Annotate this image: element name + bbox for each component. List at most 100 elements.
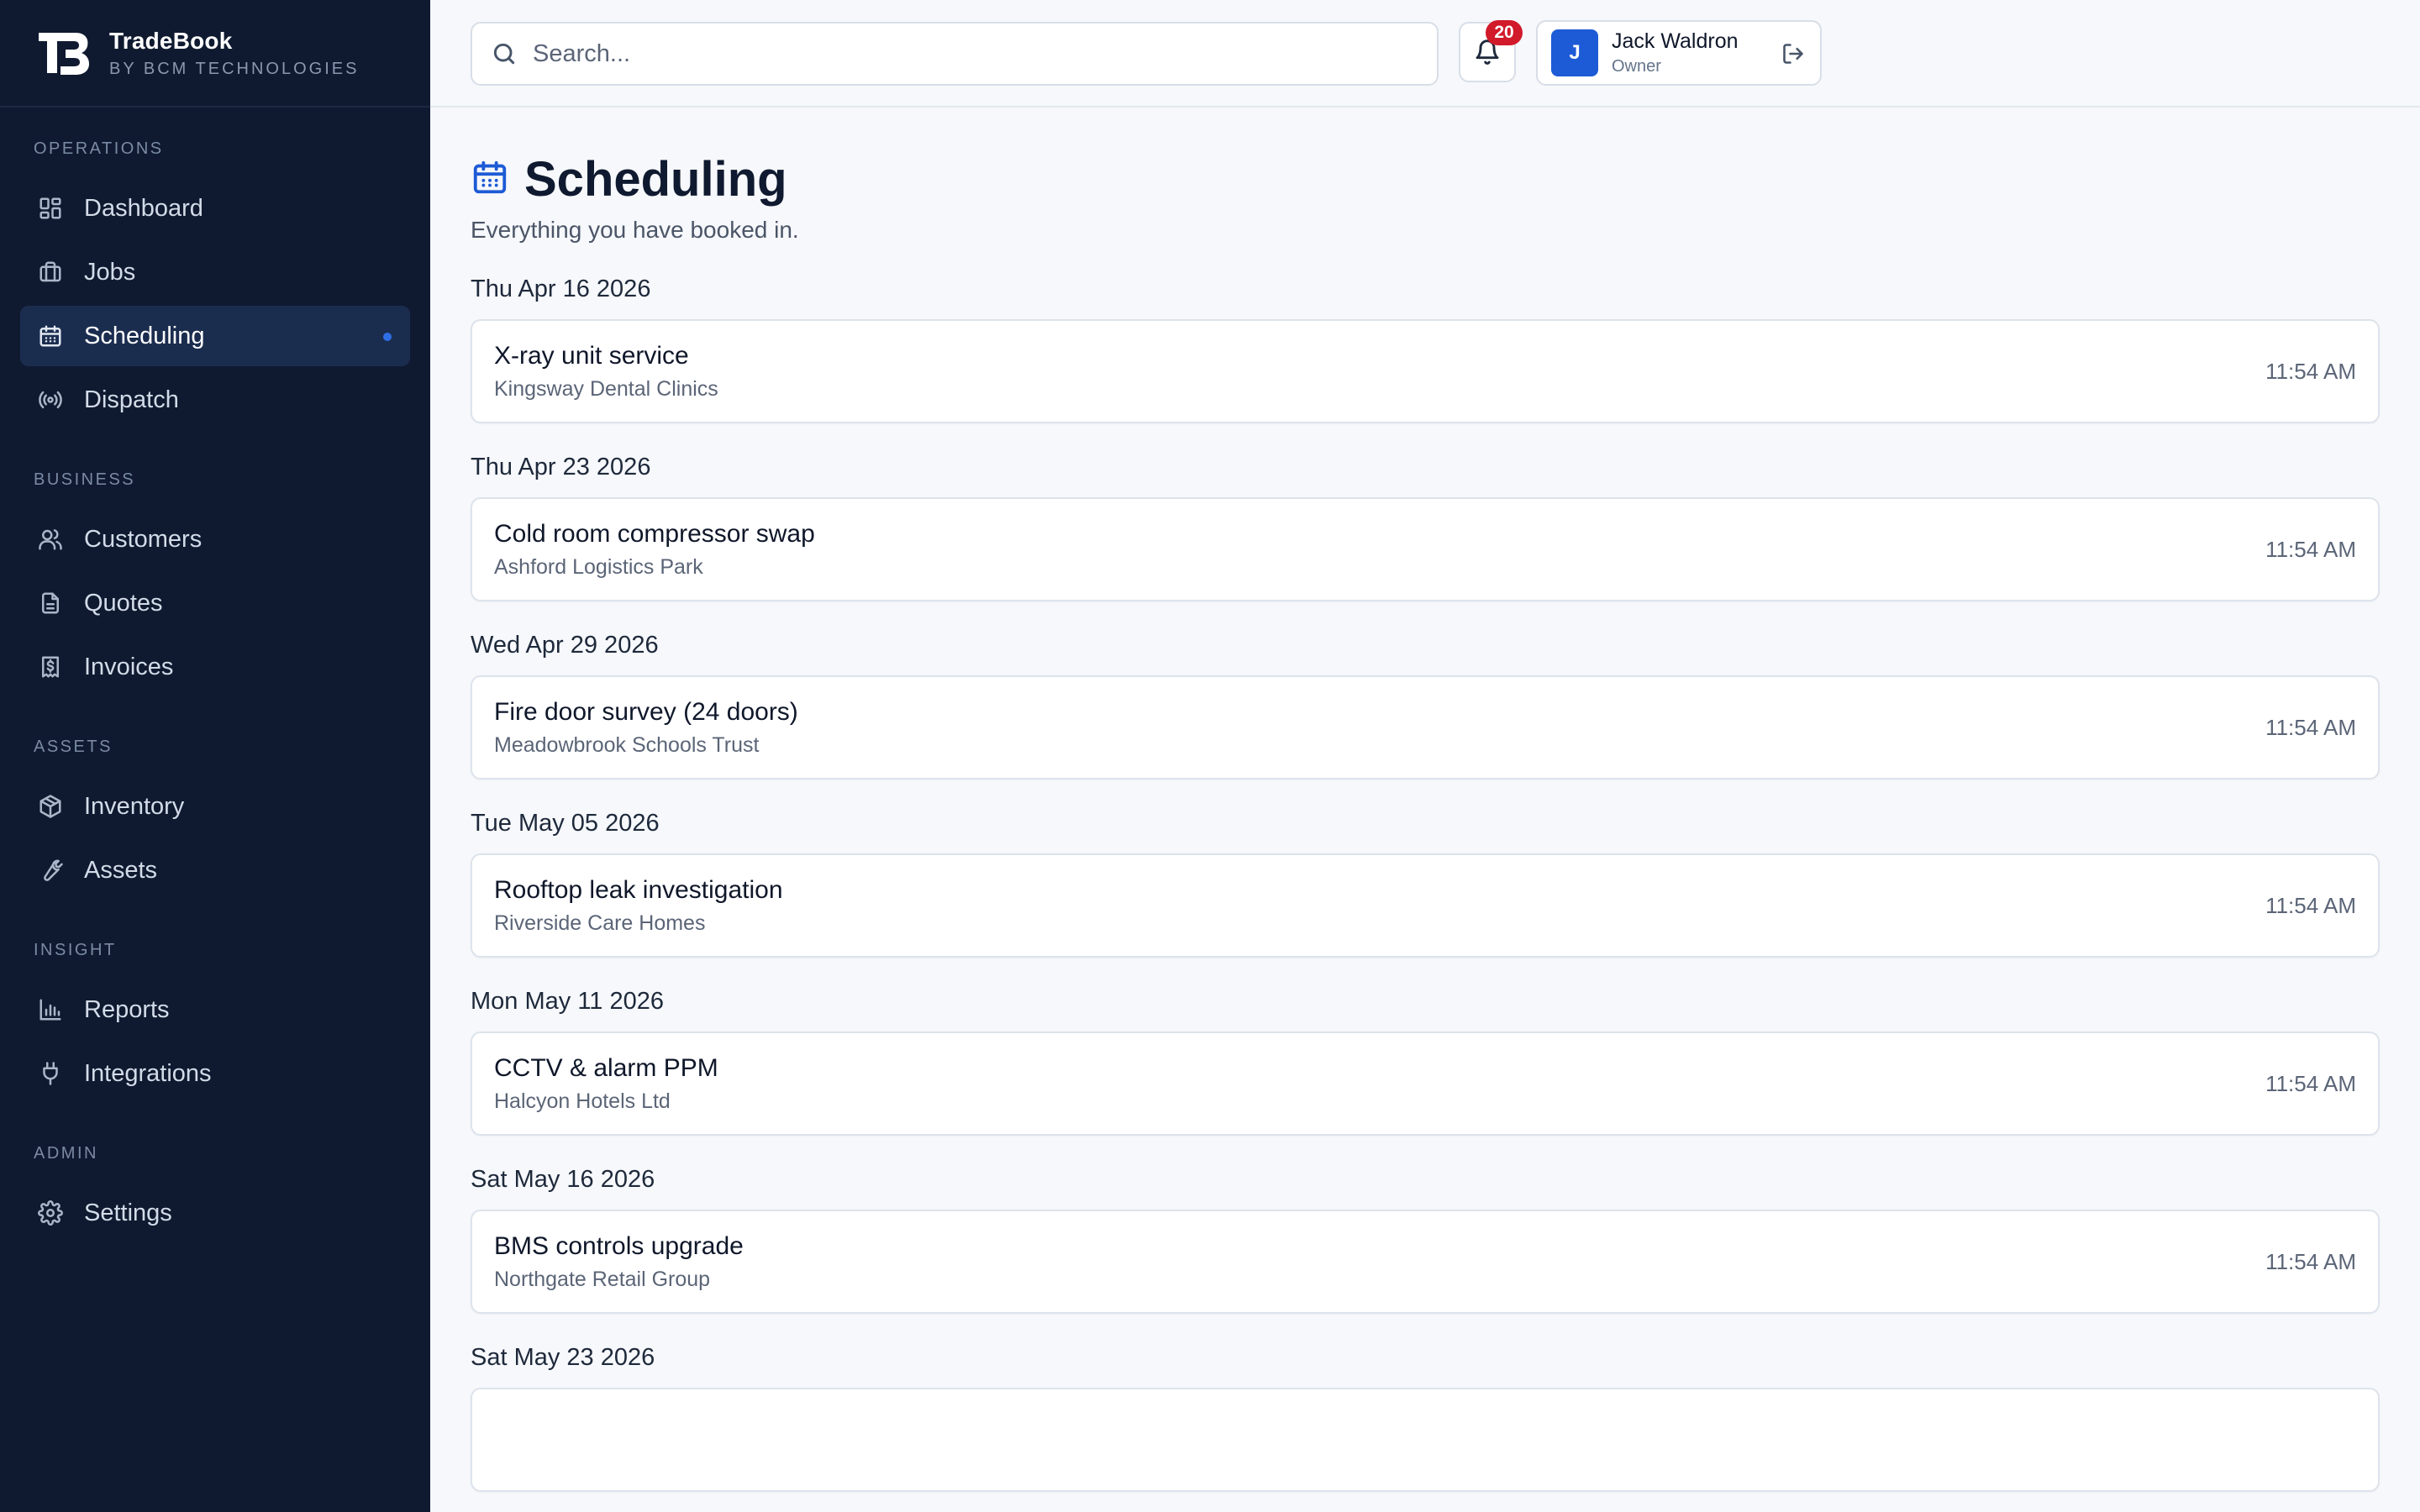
- sidebar-item-dashboard[interactable]: Dashboard: [20, 178, 410, 239]
- briefcase-icon: [37, 259, 64, 286]
- schedule-day-group: Wed Apr 29 2026 Fire door survey (24 doo…: [471, 627, 2380, 780]
- sidebar-item-quotes[interactable]: Quotes: [20, 573, 410, 633]
- document-icon: [37, 590, 64, 617]
- sidebar-item-label: Assets: [84, 856, 158, 884]
- brand-name: TradeBook: [109, 27, 233, 54]
- calendar-icon: [471, 158, 509, 201]
- booking-card[interactable]: Cold room compressor swap Ashford Logist…: [471, 497, 2380, 601]
- sidebar-item-label: Inventory: [84, 792, 185, 820]
- sidebar-item-label: Customers: [84, 525, 203, 553]
- notifications-button[interactable]: 20: [1459, 20, 1523, 82]
- booking-card[interactable]: [471, 1388, 2380, 1492]
- day-label: Tue May 05 2026: [471, 809, 660, 837]
- client-name: Kingsway Dental Clinics: [494, 376, 718, 401]
- day-label: Sat May 23 2026: [471, 1343, 655, 1371]
- day-label: Thu Apr 16 2026: [471, 275, 651, 302]
- job-title: BMS controls upgrade: [494, 1231, 744, 1260]
- sidebar-item-jobs[interactable]: Jobs: [20, 242, 410, 302]
- sidebar-item-scheduling[interactable]: Scheduling: [20, 306, 410, 366]
- booking-time: 11:54 AM: [2265, 358, 2356, 384]
- logout-button[interactable]: [1781, 42, 1805, 66]
- user-role: Owner: [1612, 57, 1661, 76]
- sidebar-item-label: Dispatch: [84, 386, 179, 413]
- sidebar-item-label: Dashboard: [84, 194, 203, 222]
- invoice-icon: [37, 654, 64, 680]
- avatar: J: [1551, 29, 1598, 76]
- search-icon: [493, 43, 515, 65]
- day-label: Sat May 16 2026: [471, 1165, 655, 1193]
- section-label: OPERATIONS: [34, 139, 164, 158]
- sidebar: TradeBook BY BCM TECHNOLOGIES OPERATIONS…: [0, 0, 430, 1512]
- user-menu[interactable]: J Jack Waldron Owner: [1536, 20, 1822, 86]
- booking-time: 11:54 AM: [2265, 714, 2356, 740]
- nav-section-admin: ADMIN Settings: [20, 1139, 410, 1243]
- schedule-day-group: Sat May 23 2026: [471, 1339, 2380, 1492]
- brand[interactable]: TradeBook BY BCM TECHNOLOGIES: [0, 0, 430, 108]
- job-title: X-ray unit service: [494, 341, 689, 370]
- sidebar-item-inventory[interactable]: Inventory: [20, 776, 410, 837]
- schedule-day-group: Thu Apr 16 2026 X-ray unit service Kings…: [471, 270, 2380, 423]
- sidebar-item-assets[interactable]: Assets: [20, 840, 410, 900]
- client-name: Riverside Care Homes: [494, 911, 706, 935]
- sidebar-item-customers[interactable]: Customers: [20, 509, 410, 570]
- booking-time: 11:54 AM: [2265, 536, 2356, 562]
- tradebook-logo-icon: [39, 33, 89, 75]
- sidebar-item-settings[interactable]: Settings: [20, 1183, 410, 1243]
- sidebar-item-dispatch[interactable]: Dispatch: [20, 370, 410, 430]
- booking-card[interactable]: Rooftop leak investigation Riverside Car…: [471, 853, 2380, 958]
- nav-section-operations: OPERATIONS Dashboard Jobs Scheduling Dis…: [20, 134, 410, 430]
- bar-chart-icon: [37, 996, 64, 1023]
- booking-card[interactable]: X-ray unit service Kingsway Dental Clini…: [471, 319, 2380, 423]
- nav-section-assets: ASSETS Inventory Assets: [20, 732, 410, 900]
- sidebar-item-label: Quotes: [84, 589, 163, 617]
- booking-time: 11:54 AM: [2265, 892, 2356, 918]
- box-icon: [37, 793, 64, 820]
- user-name: Jack Waldron: [1612, 29, 1739, 53]
- sidebar-item-label: Integrations: [84, 1059, 212, 1087]
- topbar: 20 J Jack Waldron Owner: [430, 0, 2420, 108]
- booking-time: 11:54 AM: [2265, 1248, 2356, 1274]
- gear-icon: [37, 1200, 64, 1226]
- day-label: Wed Apr 29 2026: [471, 631, 659, 659]
- wrench-icon: [37, 857, 64, 884]
- broadcast-icon: [37, 386, 64, 413]
- job-title: Fire door survey (24 doors): [494, 697, 798, 726]
- search-box[interactable]: [471, 22, 1439, 86]
- booking-card[interactable]: CCTV & alarm PPM Halcyon Hotels Ltd 11:5…: [471, 1032, 2380, 1136]
- sidebar-item-integrations[interactable]: Integrations: [20, 1043, 410, 1104]
- section-label: ASSETS: [34, 737, 113, 756]
- booking-card[interactable]: Fire door survey (24 doors) Meadowbrook …: [471, 675, 2380, 780]
- main-content: Scheduling Everything you have booked in…: [471, 108, 2380, 1492]
- client-name: Halcyon Hotels Ltd: [494, 1089, 671, 1113]
- search-input[interactable]: [533, 39, 1373, 68]
- sidebar-item-label: Jobs: [84, 258, 136, 286]
- section-label: ADMIN: [34, 1143, 98, 1163]
- job-title: Rooftop leak investigation: [494, 875, 783, 904]
- dashboard-icon: [37, 195, 64, 222]
- day-label: Mon May 11 2026: [471, 987, 664, 1015]
- job-title: CCTV & alarm PPM: [494, 1053, 718, 1082]
- booking-card[interactable]: BMS controls upgrade Northgate Retail Gr…: [471, 1210, 2380, 1314]
- booking-time: 11:54 AM: [2265, 1070, 2356, 1096]
- logout-icon: [1783, 44, 1803, 64]
- page-subtitle: Everything you have booked in.: [471, 217, 799, 243]
- client-name: Northgate Retail Group: [494, 1267, 711, 1291]
- active-indicator-dot: [383, 333, 392, 341]
- sidebar-item-reports[interactable]: Reports: [20, 979, 410, 1040]
- sidebar-item-label: Reports: [84, 995, 170, 1023]
- section-label: INSIGHT: [34, 940, 117, 959]
- calendar-icon: [37, 323, 64, 349]
- client-name: Meadowbrook Schools Trust: [494, 732, 760, 757]
- day-label: Thu Apr 23 2026: [471, 453, 651, 480]
- section-label: BUSINESS: [34, 470, 136, 489]
- plug-icon: [37, 1060, 64, 1087]
- job-title: Cold room compressor swap: [494, 519, 815, 548]
- notification-count-badge: 20: [1486, 20, 1523, 45]
- sidebar-item-label: Scheduling: [84, 322, 205, 349]
- nav-section-insight: INSIGHT Reports Integrations: [20, 936, 410, 1104]
- page-title: Scheduling: [524, 151, 787, 207]
- sidebar-nav: OPERATIONS Dashboard Jobs Scheduling Dis…: [0, 108, 430, 1243]
- sidebar-item-invoices[interactable]: Invoices: [20, 637, 410, 697]
- schedule-day-group: Mon May 11 2026 CCTV & alarm PPM Halcyon…: [471, 983, 2380, 1136]
- page-header: Scheduling: [471, 150, 2380, 208]
